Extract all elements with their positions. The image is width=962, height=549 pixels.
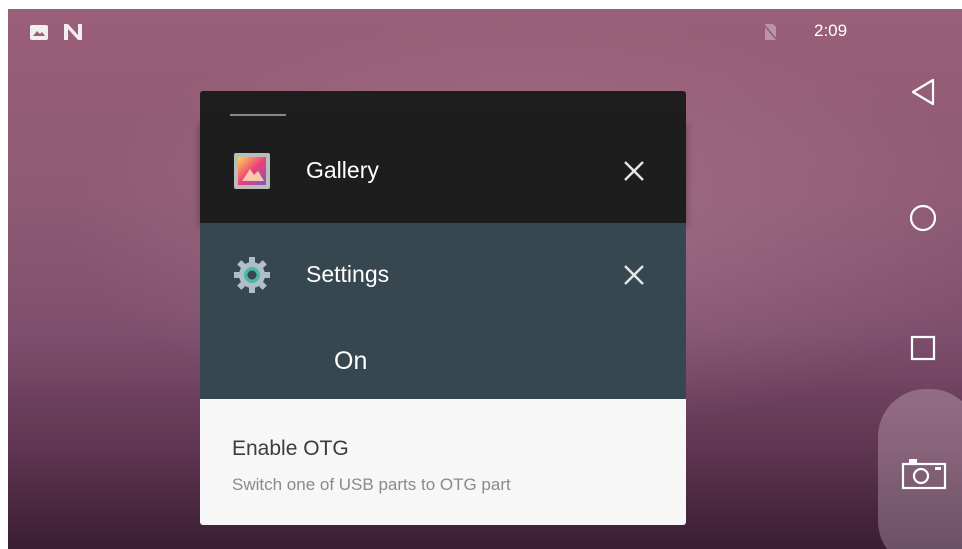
recent-app-label: Gallery — [306, 157, 379, 183]
close-gallery-button[interactable] — [618, 155, 650, 187]
close-icon — [624, 161, 644, 181]
status-clock: 2:09 — [814, 21, 848, 40]
card-title-placeholder — [230, 114, 286, 116]
option-subtitle: Switch one of USB parts to OTG part — [232, 475, 511, 494]
back-button[interactable] — [898, 67, 948, 117]
back-icon — [911, 78, 935, 106]
settings-gear-icon — [234, 257, 270, 293]
recent-app-label: Settings — [306, 261, 390, 287]
stacked-card-edge[interactable] — [200, 91, 686, 119]
settings-preview-option[interactable]: Enable OTG Switch one of USB parts to OT… — [200, 399, 686, 525]
close-settings-button[interactable] — [618, 259, 650, 291]
home-icon — [909, 204, 937, 232]
screen: 2:09 Gallery Settings On Enable OTG Swit… — [8, 9, 962, 549]
camera-button[interactable] — [896, 451, 952, 495]
recent-app-card-settings[interactable]: Settings — [200, 223, 686, 327]
recent-app-card-gallery[interactable]: Gallery — [200, 119, 686, 223]
camera-icon — [901, 459, 947, 490]
home-button[interactable] — [898, 193, 948, 243]
gallery-icon — [234, 153, 270, 189]
recents-button[interactable] — [898, 323, 948, 373]
settings-preview-toggle-bar[interactable]: On — [200, 327, 686, 399]
image-notification-icon — [30, 25, 48, 40]
recents-icon — [910, 335, 936, 361]
no-sim-icon — [764, 24, 777, 41]
option-title: Enable OTG — [232, 437, 349, 460]
close-icon — [624, 265, 644, 285]
n-notification-icon — [64, 24, 82, 40]
toggle-state-label: On — [334, 347, 368, 375]
